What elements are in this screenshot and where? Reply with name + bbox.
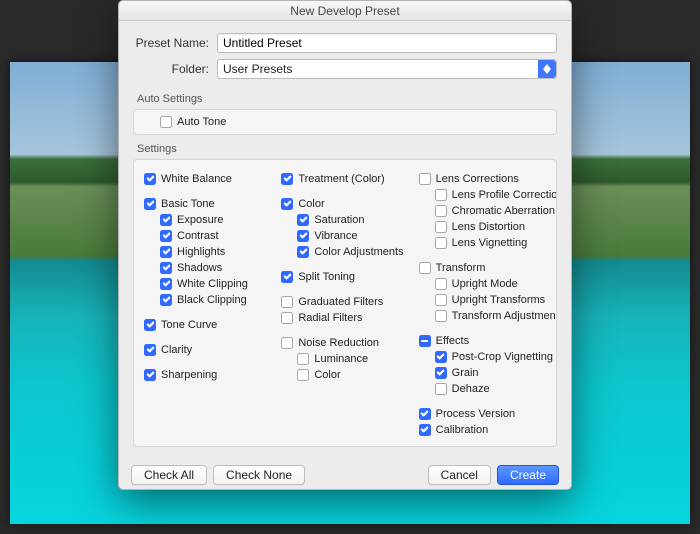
grain-checkbox[interactable]: Grain: [419, 365, 550, 380]
dialog-footer: Check All Check None Cancel Create: [119, 455, 571, 497]
shadows-checkbox[interactable]: Shadows: [144, 260, 275, 275]
preset-name-label: Preset Name:: [133, 36, 217, 50]
graduated-filters-checkbox[interactable]: Graduated Filters: [281, 294, 412, 309]
color-checkbox[interactable]: Color: [281, 196, 412, 211]
check-all-button[interactable]: Check All: [131, 465, 207, 485]
folder-select[interactable]: User Presets: [217, 59, 557, 79]
preset-name-input[interactable]: [217, 33, 557, 53]
noise-reduction-checkbox[interactable]: Noise Reduction: [281, 335, 412, 350]
auto-tone-checkbox[interactable]: Auto Tone: [144, 115, 226, 130]
updown-icon: [538, 60, 556, 78]
settings-section-title: Settings: [137, 143, 557, 155]
new-develop-preset-dialog: New Develop Preset Preset Name: Folder: …: [118, 0, 572, 490]
auto-section-title: Auto Settings: [137, 93, 557, 105]
exposure-checkbox[interactable]: Exposure: [144, 212, 275, 227]
upright-transforms-checkbox[interactable]: Upright Transforms: [419, 292, 550, 307]
settings-panel: White Balance Basic Tone Exposure Contra…: [133, 159, 557, 447]
white-clipping-checkbox[interactable]: White Clipping: [144, 276, 275, 291]
lens-distortion-checkbox[interactable]: Lens Distortion: [419, 219, 550, 234]
folder-value: User Presets: [223, 62, 292, 76]
white-balance-checkbox[interactable]: White Balance: [144, 171, 275, 186]
highlights-checkbox[interactable]: Highlights: [144, 244, 275, 259]
luminance-checkbox[interactable]: Luminance: [281, 351, 412, 366]
basic-tone-checkbox[interactable]: Basic Tone: [144, 196, 275, 211]
process-version-checkbox[interactable]: Process Version: [419, 406, 550, 421]
lens-vignetting-checkbox[interactable]: Lens Vignetting: [419, 235, 550, 250]
transform-adjustments-checkbox[interactable]: Transform Adjustments: [419, 308, 550, 323]
auto-panel: Auto Tone: [133, 109, 557, 135]
chromatic-aberration-checkbox[interactable]: Chromatic Aberration: [419, 203, 550, 218]
lens-profile-checkbox[interactable]: Lens Profile Corrections: [419, 187, 550, 202]
vibrance-checkbox[interactable]: Vibrance: [281, 228, 412, 243]
dehaze-checkbox[interactable]: Dehaze: [419, 381, 550, 396]
post-crop-vignetting-checkbox[interactable]: Post-Crop Vignetting: [419, 349, 550, 364]
settings-col-3: Lens Corrections Lens Profile Correction…: [419, 170, 550, 438]
tone-curve-checkbox[interactable]: Tone Curve: [144, 317, 275, 332]
clarity-checkbox[interactable]: Clarity: [144, 342, 275, 357]
settings-col-1: White Balance Basic Tone Exposure Contra…: [144, 170, 275, 438]
folder-label: Folder:: [133, 62, 217, 76]
upright-mode-checkbox[interactable]: Upright Mode: [419, 276, 550, 291]
cancel-button[interactable]: Cancel: [428, 465, 491, 485]
contrast-checkbox[interactable]: Contrast: [144, 228, 275, 243]
settings-col-2: Treatment (Color) Color Saturation Vibra…: [281, 170, 412, 438]
transform-checkbox[interactable]: Transform: [419, 260, 550, 275]
nr-color-checkbox[interactable]: Color: [281, 367, 412, 382]
split-toning-checkbox[interactable]: Split Toning: [281, 269, 412, 284]
lens-corrections-checkbox[interactable]: Lens Corrections: [419, 171, 550, 186]
dialog-title: New Develop Preset: [119, 1, 571, 21]
treatment-checkbox[interactable]: Treatment (Color): [281, 171, 412, 186]
color-adjustments-checkbox[interactable]: Color Adjustments: [281, 244, 412, 259]
saturation-checkbox[interactable]: Saturation: [281, 212, 412, 227]
radial-filters-checkbox[interactable]: Radial Filters: [281, 310, 412, 325]
black-clipping-checkbox[interactable]: Black Clipping: [144, 292, 275, 307]
calibration-checkbox[interactable]: Calibration: [419, 422, 550, 437]
create-button[interactable]: Create: [497, 465, 559, 485]
effects-checkbox[interactable]: Effects: [419, 333, 550, 348]
sharpening-checkbox[interactable]: Sharpening: [144, 367, 275, 382]
check-none-button[interactable]: Check None: [213, 465, 305, 485]
